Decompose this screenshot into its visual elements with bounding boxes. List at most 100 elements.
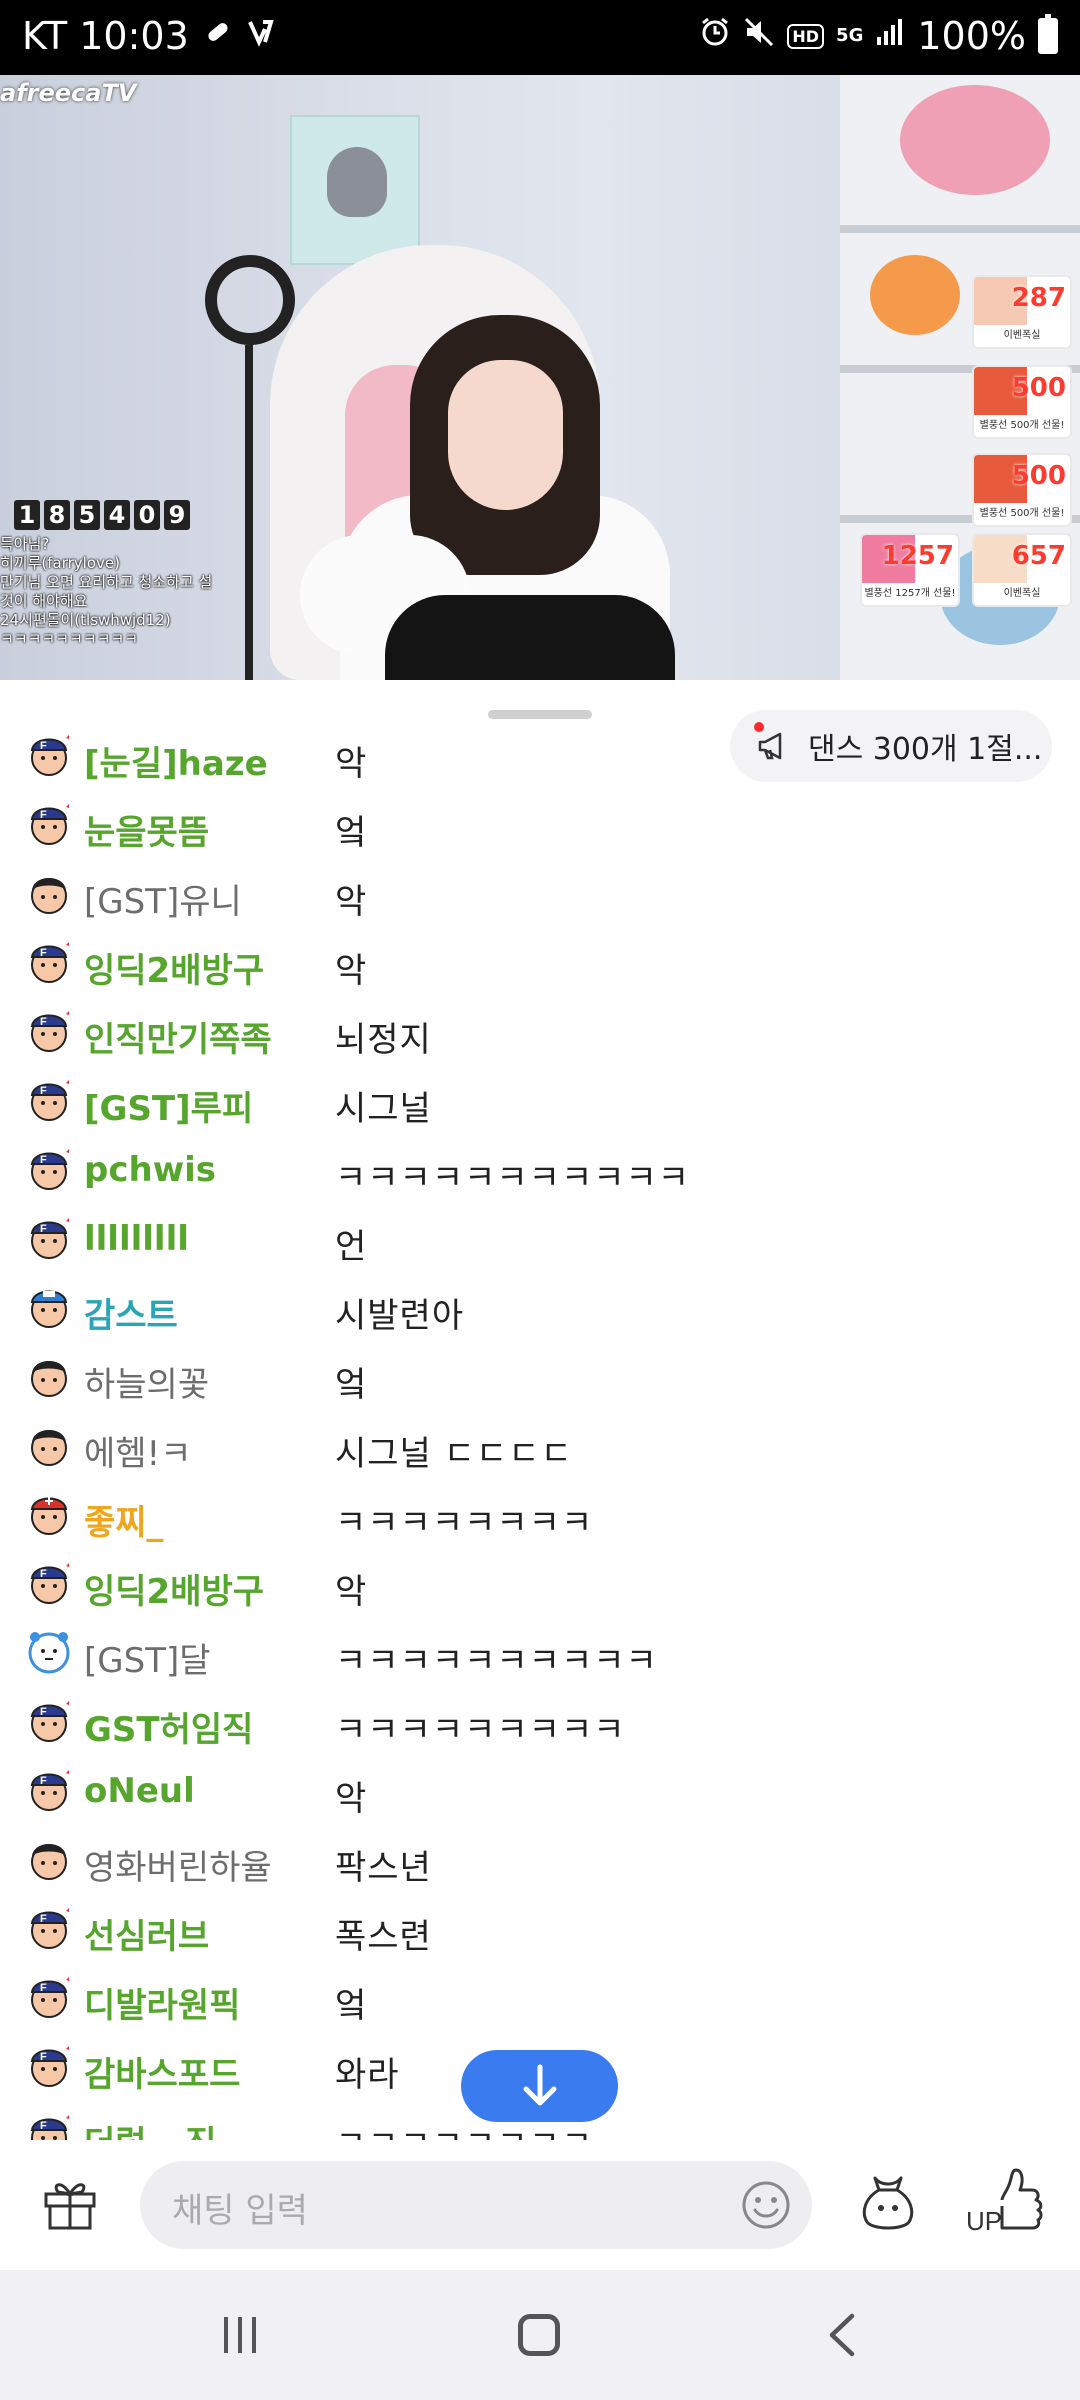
chat-row[interactable]: F 디발라원픽 엌 [0, 1964, 1080, 2033]
chat-nickname[interactable]: 하늘의꽃 [84, 1357, 209, 1406]
user-avatar-icon[interactable]: F [26, 1215, 72, 1261]
svg-text:F: F [40, 1913, 47, 1925]
chat-row[interactable]: FoNeul 악 [0, 1757, 1080, 1826]
chat-nickname[interactable]: 에헴!ㅋ [84, 1426, 191, 1475]
status-bar: KT 10:03 HD 5G 100% [0, 0, 1080, 75]
user-avatar-icon[interactable] [26, 1836, 72, 1882]
scroll-to-bottom-button[interactable] [461, 2050, 618, 2122]
recent-apps-button[interactable] [220, 2315, 260, 2355]
user-avatar-icon[interactable]: F [26, 1767, 72, 1813]
arrow-down-icon [523, 2064, 556, 2106]
chat-nickname[interactable]: 선심러브 [84, 1909, 209, 1958]
chat-row[interactable]: [GST]달 ㅋㅋㅋㅋㅋㅋㅋㅋㅋㅋ [0, 1619, 1080, 1688]
user-avatar-icon[interactable]: F [26, 939, 72, 985]
chat-nickname[interactable]: 인직만기쪽족 [84, 1012, 272, 1061]
user-avatar-icon[interactable]: F [26, 1905, 72, 1951]
chat-nickname[interactable]: 더럽...직 [84, 2116, 217, 2140]
user-avatar-icon[interactable]: F [26, 1146, 72, 1192]
user-avatar-icon[interactable] [26, 1422, 72, 1468]
user-avatar-icon[interactable] [26, 1284, 72, 1330]
chat-nickname[interactable]: 감스트 [84, 1288, 178, 1337]
timer-digit: 9 [164, 500, 190, 530]
chat-list[interactable]: F [눈길]haze 악 F 눈을못뜸 엌 [GST]유니 악 F 잉딕2배방구 악 F 인직만기쪽족 뇌… [0, 722, 1080, 2140]
chat-row[interactable]: 좋찌_ ㅋㅋㅋㅋㅋㅋㅋㅋ [0, 1481, 1080, 1550]
user-avatar-icon[interactable] [26, 1353, 72, 1399]
chat-nickname[interactable]: 잉딕2배방구 [84, 1564, 264, 1613]
chat-row[interactable]: F 선심러브 폭스련 [0, 1895, 1080, 1964]
user-avatar-icon[interactable] [26, 1491, 72, 1537]
gift-caption: 이벤폭실 [974, 325, 1070, 347]
chat-row[interactable]: Flllllllll 언 [0, 1205, 1080, 1274]
balloon-bag-icon [862, 2176, 914, 2230]
user-avatar-icon[interactable] [26, 870, 72, 916]
chat-nickname[interactable]: GST허임직 [84, 1702, 253, 1751]
chat-row[interactable]: 에헴!ㅋ 시그널 ㄷㄷㄷㄷ [0, 1412, 1080, 1481]
chat-nickname[interactable]: [GST]루피 [84, 1081, 253, 1130]
chat-nickname[interactable]: [눈길]haze [84, 736, 268, 785]
chat-row[interactable]: F 잉딕2배방구 악 [0, 929, 1080, 998]
timer-digit: 5 [74, 500, 100, 530]
user-avatar-icon[interactable] [26, 1629, 72, 1675]
user-avatar-icon[interactable]: F [26, 1974, 72, 2020]
svg-text:F: F [40, 809, 47, 821]
home-button[interactable] [518, 2314, 560, 2356]
chat-input-bar: 채팅 입력 UP [0, 2140, 1080, 2270]
svg-text:F: F [40, 1568, 47, 1580]
chat-panel[interactable]: F [눈길]haze 악 F 눈을못뜸 엌 [GST]유니 악 F 잉딕2배방구 악 F 인직만기쪽족 뇌… [0, 680, 1080, 2140]
up-like-button[interactable]: UP [966, 2166, 1046, 2236]
chat-nickname[interactable]: 영화버린하율 [84, 1840, 272, 1889]
user-avatar-icon[interactable]: F [26, 1077, 72, 1123]
user-avatar-icon[interactable]: F [26, 2043, 72, 2089]
chat-row[interactable]: 영화버린하율 팍스년 [0, 1826, 1080, 1895]
chat-row[interactable]: F 인직만기쪽족 뇌정지 [0, 998, 1080, 1067]
chat-nickname[interactable]: 디발라원픽 [84, 1978, 240, 2027]
star-balloon-button[interactable] [855, 2168, 921, 2234]
chat-row[interactable]: [GST]유니 악 [0, 860, 1080, 929]
chat-message: 악 [335, 1572, 368, 1612]
chat-nickname[interactable]: lllllllll [84, 1219, 189, 1259]
chat-message: 악 [335, 744, 368, 784]
chat-nickname[interactable]: oNeul [84, 1771, 195, 1811]
battery-icon [1038, 14, 1058, 54]
wall-poster [290, 115, 420, 265]
alarm-icon [699, 16, 731, 56]
chat-row[interactable]: F [GST]루피 시그널 [0, 1067, 1080, 1136]
chat-row[interactable]: 감스트 시발련아 [0, 1274, 1080, 1343]
battery-percent: 100% [917, 14, 1026, 58]
chat-row[interactable]: 하늘의꽃 엌 [0, 1343, 1080, 1412]
chat-nickname[interactable]: [GST]유니 [84, 874, 242, 923]
user-avatar-icon[interactable]: F [26, 801, 72, 847]
gift-button[interactable] [40, 2172, 100, 2232]
chat-row[interactable]: Fpchwis ㅋㅋㅋㅋㅋㅋㅋㅋㅋㅋㅋ [0, 1136, 1080, 1205]
chat-nickname[interactable]: 잉딕2배방구 [84, 943, 264, 992]
user-avatar-icon[interactable]: F [26, 732, 72, 778]
chat-nickname[interactable]: 눈을못뜸 [84, 805, 209, 854]
overlay-chat-line: 것이 해야해요 [0, 592, 88, 610]
svg-text:UP: UP [966, 2206, 1002, 2236]
video-player[interactable]: afreecaTV 1 8 5 4 0 9 득아님? 히끼루(farrylove… [0, 75, 1080, 680]
notice-pill[interactable]: 댄스 300개 1절... [730, 710, 1052, 782]
svg-text:F: F [40, 1016, 47, 1028]
chat-row[interactable]: F 눈을못뜸 엌 [0, 791, 1080, 860]
user-avatar-icon[interactable]: F [26, 1560, 72, 1606]
overlay-chat: 득아님? 히끼루(farrylove) 만기님 오면 요리하고 청소하고 설 것… [0, 535, 240, 649]
chat-nickname[interactable]: 좋찌_ [84, 1495, 164, 1544]
gift-caption: 별풍선 500개 선물! [974, 503, 1070, 525]
megaphone-icon [756, 730, 788, 762]
bandage-icon [203, 17, 233, 55]
chat-row[interactable]: F 잉딕2배방구 악 [0, 1550, 1080, 1619]
chat-nickname[interactable]: 감바스포드 [84, 2047, 240, 2096]
chat-nickname[interactable]: pchwis [84, 1150, 216, 1190]
panel-drag-handle[interactable] [488, 710, 592, 719]
timer-digit: 4 [104, 500, 130, 530]
user-avatar-icon[interactable]: F [26, 1698, 72, 1744]
overlay-chat-line: 24시편돌이(tlswhwjd12) [0, 611, 171, 629]
chat-input-field[interactable]: 채팅 입력 [140, 2161, 812, 2249]
back-button[interactable] [822, 2312, 862, 2358]
shelf-bar [840, 225, 1080, 233]
chat-nickname[interactable]: [GST]달 [84, 1633, 211, 1682]
user-avatar-icon[interactable]: F [26, 1008, 72, 1054]
chat-row[interactable]: F GST허임직 ㅋㅋㅋㅋㅋㅋㅋㅋㅋ [0, 1688, 1080, 1757]
emoji-button[interactable] [740, 2179, 792, 2231]
user-avatar-icon[interactable]: F [26, 2112, 72, 2140]
